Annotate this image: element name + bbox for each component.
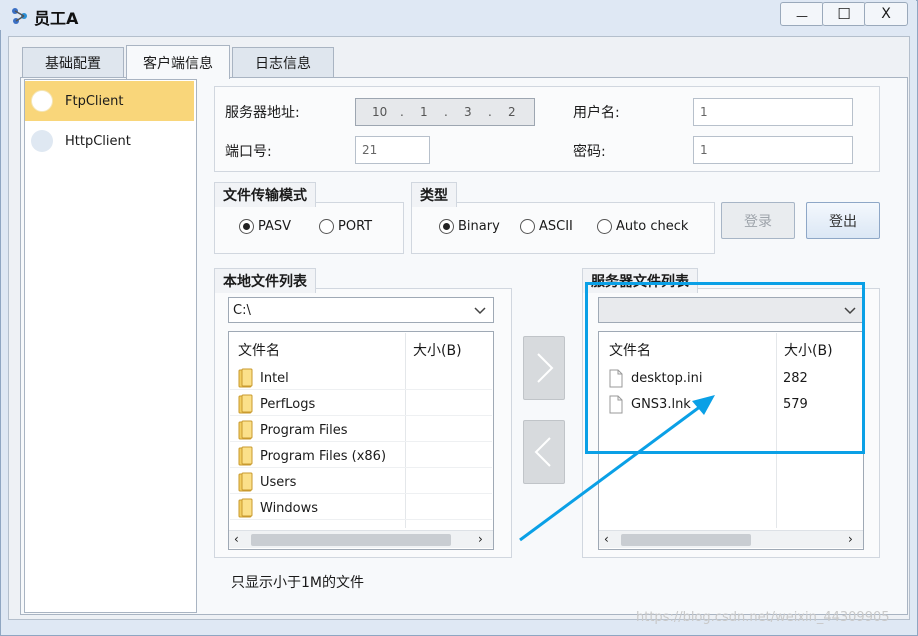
list-item-label: HttpClient: [65, 133, 131, 149]
scroll-right-icon[interactable]: ›: [848, 532, 853, 546]
annotation-arrow-icon: [519, 395, 715, 542]
radio-pasv[interactable]: PASV: [239, 219, 291, 234]
table-row[interactable]: Program Files: [238, 417, 404, 443]
radio-binary[interactable]: Binary: [439, 219, 500, 234]
file-name: Program Files: [260, 422, 348, 438]
radio-circle: [597, 219, 612, 234]
ip-dot: .: [400, 105, 404, 119]
close-button[interactable]: X: [864, 2, 908, 26]
radio-label: ASCII: [539, 219, 573, 234]
row-divider: [230, 493, 492, 494]
radio-circle: [520, 219, 535, 234]
ip-octet-3: 3: [464, 105, 472, 119]
maximize-button[interactable]: ☐: [822, 2, 866, 26]
app-logo-icon: [12, 8, 27, 24]
tab-label: 日志信息: [255, 56, 311, 72]
tab-label: 客户端信息: [143, 55, 213, 72]
ip-dot: .: [488, 105, 492, 119]
file-name: Intel: [260, 370, 289, 386]
scroll-left-icon[interactable]: ‹: [234, 532, 239, 546]
radio-circle: [239, 219, 254, 234]
ip-octet-1: 10: [372, 105, 388, 119]
table-row[interactable]: Program Files (x86): [238, 443, 404, 469]
server-ip-input[interactable]: 10 . 1 . 3 . 2: [355, 98, 535, 126]
tab-label: 基础配置: [45, 56, 101, 72]
radio-ascii[interactable]: ASCII: [520, 219, 573, 234]
folder-icon: [238, 394, 253, 414]
list-item-ftpclient[interactable]: FtpClient: [25, 81, 194, 121]
folder-icon: [238, 446, 253, 466]
scroll-right-icon[interactable]: ›: [478, 532, 483, 546]
ip-dot: .: [444, 105, 448, 119]
folder-icon: [238, 368, 253, 388]
chevron-down-icon: [474, 307, 486, 315]
username-label: 用户名:: [573, 105, 620, 121]
footer-note: 只显示小于1M的文件: [231, 575, 364, 591]
local-col-size-header[interactable]: 大小(B): [413, 340, 462, 360]
port-label: 端口号:: [225, 144, 272, 160]
port-input[interactable]: 21: [355, 136, 430, 164]
local-col-name-header[interactable]: 文件名: [238, 340, 280, 360]
table-row[interactable]: PerfLogs: [238, 391, 404, 417]
row-divider: [230, 389, 492, 390]
scroll-thumb[interactable]: [251, 534, 451, 546]
radio-circle: [319, 219, 334, 234]
server-address-label: 服务器地址:: [225, 105, 300, 121]
status-dot-icon: [31, 130, 53, 152]
password-input[interactable]: 1: [693, 136, 853, 164]
local-hscrollbar[interactable]: ‹ ›: [229, 530, 493, 548]
minimize-icon: —: [796, 9, 808, 23]
table-row[interactable]: Users: [238, 469, 404, 495]
file-name: PerfLogs: [260, 396, 316, 412]
logout-button[interactable]: 登出: [806, 202, 880, 239]
tab-basic-config[interactable]: 基础配置: [22, 47, 124, 78]
row-divider: [230, 441, 492, 442]
row-divider: [230, 415, 492, 416]
type-title: 类型: [411, 182, 457, 207]
radio-label: PASV: [258, 219, 292, 234]
local-path-value: C:\: [233, 302, 251, 318]
local-files-title: 本地文件列表: [214, 268, 316, 293]
folder-icon: [238, 420, 253, 440]
row-divider: [230, 519, 492, 520]
file-name: Users: [260, 474, 297, 490]
folder-icon: [238, 498, 253, 518]
ip-octet-2: 1: [420, 105, 428, 119]
table-row[interactable]: Intel: [238, 365, 404, 391]
radio-label: PORT: [338, 219, 373, 234]
radio-circle: [439, 219, 454, 234]
tab-log-info[interactable]: 日志信息: [232, 47, 334, 78]
status-dot-icon: [31, 90, 53, 112]
file-name: Windows: [260, 500, 319, 516]
column-divider: [405, 333, 406, 528]
tab-client-info[interactable]: 客户端信息: [126, 45, 230, 79]
username-input[interactable]: 1: [693, 98, 853, 126]
login-button[interactable]: 登录: [721, 202, 795, 239]
window-title: 员工A: [34, 9, 79, 28]
folder-icon: [238, 472, 253, 492]
close-icon: X: [881, 6, 891, 22]
maximize-icon: ☐: [837, 5, 851, 23]
local-path-select[interactable]: C:\: [228, 297, 494, 323]
radio-label: Auto check: [616, 219, 689, 234]
arrow-right-icon: [537, 353, 554, 383]
list-item-httpclient[interactable]: HttpClient: [25, 121, 194, 161]
list-item-label: FtpClient: [65, 93, 124, 109]
title-bar[interactable]: [0, 0, 916, 30]
transfer-mode-title: 文件传输模式: [214, 182, 316, 207]
watermark: https://blog.csdn.net/weixin_44309905: [636, 610, 890, 625]
password-label: 密码:: [573, 144, 606, 160]
minimize-button[interactable]: —: [780, 2, 824, 26]
file-name: Program Files (x86): [260, 448, 387, 464]
radio-label: Binary: [458, 219, 500, 234]
row-divider: [230, 467, 492, 468]
ip-octet-4: 2: [508, 105, 516, 119]
radio-port[interactable]: PORT: [319, 219, 372, 234]
table-row[interactable]: Windows: [238, 495, 404, 521]
radio-auto-check[interactable]: Auto check: [597, 219, 688, 234]
